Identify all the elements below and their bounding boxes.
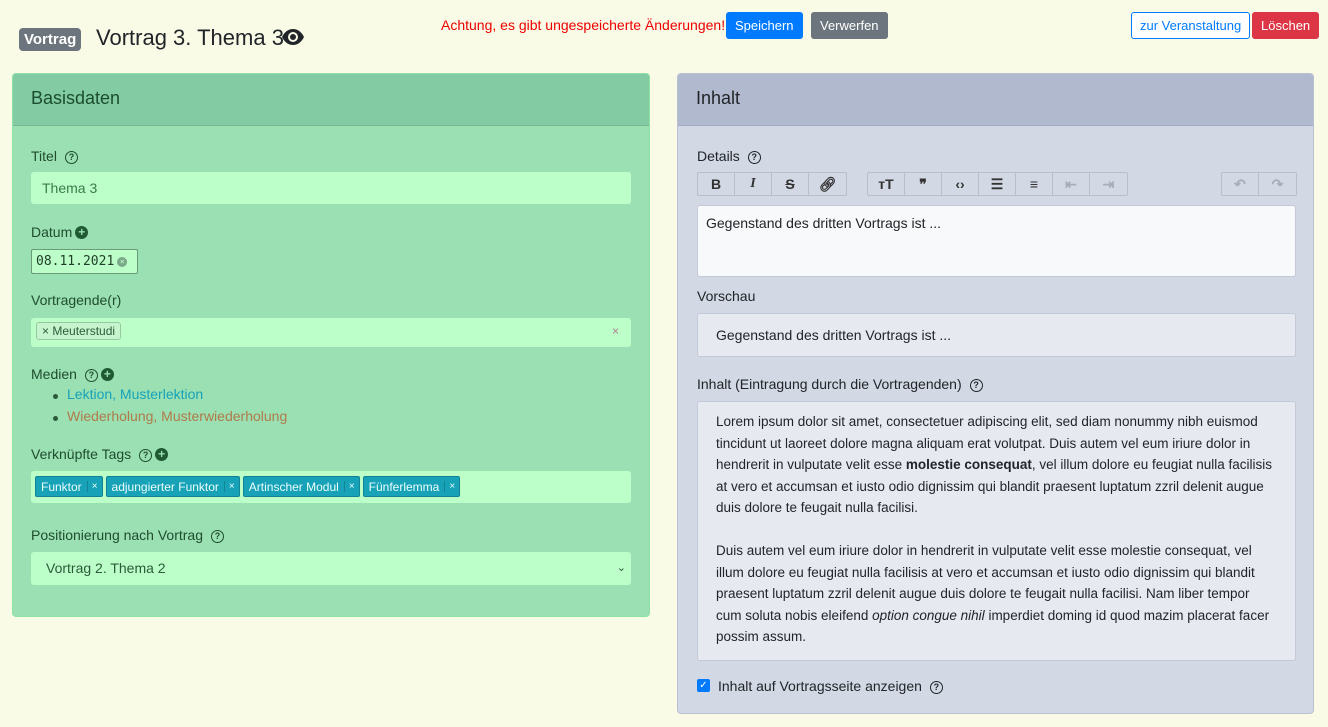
content-text: option congue nihil — [872, 607, 985, 623]
title-label: Titel — [31, 148, 57, 164]
discard-button[interactable]: Verwerfen — [811, 12, 888, 39]
help-icon[interactable]: ? — [84, 369, 98, 382]
tag-name: adjungierter Funktor — [111, 479, 219, 494]
date-label: Datum — [31, 224, 73, 240]
redo-icon[interactable]: ↷ — [1259, 173, 1296, 195]
position-select[interactable]: Vortrag 2. Thema 2 ⌄ — [31, 552, 631, 585]
position-label: Positionierung nach Vortrag — [31, 527, 203, 543]
remove-icon[interactable]: × — [86, 481, 102, 492]
media-label: Medien — [31, 366, 77, 382]
speaker-chip: × Meuterstudi — [36, 322, 122, 340]
add-icon[interactable]: + — [75, 226, 89, 239]
bullet-list-icon[interactable]: ☰ — [979, 173, 1016, 195]
editor-toolbar-format: B I S 🔗︎ — [697, 172, 847, 196]
help-icon[interactable]: ? — [929, 681, 943, 694]
heading-icon[interactable]: тT — [868, 173, 905, 195]
to-event-button[interactable]: zur Veranstaltung — [1131, 12, 1251, 39]
italic-icon[interactable]: I — [735, 173, 772, 195]
help-icon[interactable]: ? — [139, 449, 153, 462]
editor-toolbar-block: тT ❞ ‹› ☰ ≡ ⇤ ⇥ — [867, 172, 1128, 196]
remove-icon[interactable]: × — [42, 324, 52, 338]
tag-chip: Fünferlemma × — [362, 476, 461, 497]
speakers-label: Vortragende(r) — [31, 292, 122, 308]
bold-icon[interactable]: B — [698, 173, 735, 195]
editor-toolbar-history: ↶ ↷ — [1221, 172, 1297, 196]
strikethrough-icon[interactable]: S — [772, 173, 809, 195]
tag-chip: adjungierter Funktor × — [105, 476, 240, 497]
quote-icon[interactable]: ❞ — [905, 173, 942, 195]
indent-icon[interactable]: ⇥ — [1090, 173, 1127, 195]
page-title: Vortrag 3. Thema 3 — [96, 25, 284, 50]
content-label: Inhalt (Eintragung durch die Vortragende… — [697, 376, 962, 392]
link-icon[interactable]: 🔗︎ — [809, 173, 846, 195]
content-paragraph: Lorem ipsum dolor sit amet, consectetuer… — [716, 411, 1277, 519]
details-editor[interactable]: Gegenstand des dritten Vortrags ist ... — [697, 205, 1296, 277]
page-header: Vortrag Vortrag 3. Thema 3 Achtung, es g… — [0, 0, 1328, 60]
add-icon[interactable]: + — [155, 448, 169, 461]
show-content-label: Inhalt auf Vortragsseite anzeigen — [718, 678, 922, 694]
tag-chip: Artinscher Modul × — [242, 476, 360, 497]
save-button[interactable]: Speichern — [726, 12, 803, 39]
numbered-list-icon[interactable]: ≡ — [1016, 173, 1053, 195]
remove-icon[interactable]: × — [444, 481, 459, 492]
card-heading: Basisdaten — [13, 74, 649, 126]
help-icon[interactable]: ? — [211, 530, 224, 543]
tag-name: Fünferlemma — [368, 479, 440, 494]
details-label: Details — [697, 148, 740, 164]
help-icon[interactable]: ? — [64, 151, 78, 164]
tag-name: Artinscher Modul — [248, 479, 339, 494]
card-heading: Inhalt — [678, 74, 1313, 126]
clear-icon[interactable]: × — [612, 324, 619, 338]
remove-icon[interactable]: × — [343, 481, 359, 492]
unsaved-warning: Achtung, es gibt ungespeicherte Änderung… — [441, 17, 726, 33]
date-value: 08.11.2021 — [36, 254, 115, 269]
outdent-icon[interactable]: ⇤ — [1053, 173, 1090, 195]
undo-icon[interactable]: ↶ — [1222, 173, 1259, 195]
code-icon[interactable]: ‹› — [942, 173, 979, 195]
title-input[interactable]: Thema 3 — [31, 172, 631, 204]
help-icon[interactable]: ? — [969, 379, 983, 392]
delete-button[interactable]: Löschen — [1252, 12, 1320, 39]
tag-name: Funktor — [41, 479, 82, 494]
date-input[interactable]: 08.11.2021 × — [31, 249, 138, 274]
media-link[interactable]: Wiederholung, Musterwiederholung — [67, 408, 287, 424]
chevron-down-icon: ⌄ — [616, 562, 626, 574]
type-badge: Vortrag — [19, 28, 82, 51]
preview-label: Vorschau — [697, 288, 756, 304]
help-icon[interactable]: ? — [747, 151, 761, 164]
media-link[interactable]: Lektion, Musterlektion — [67, 386, 203, 402]
tags-select[interactable]: Funktor × adjungierter Funktor × Artinscher … — [31, 471, 631, 503]
inhalt-card: Inhalt Details? B I S 🔗︎ тT ❞ ‹› ☰ ≡ ⇤ ⇥ ↶ ↷ Gegen… — [677, 73, 1314, 714]
speakers-select[interactable]: × Meuterstudi × — [31, 318, 631, 347]
basisdaten-card: Basisdaten Titel? Thema 3 Datum + 08.11.2… — [12, 73, 650, 617]
content-box: Lorem ipsum dolor sit amet, consectetuer… — [697, 401, 1296, 661]
speaker-name: Meuterstudi — [52, 324, 116, 338]
eye-icon[interactable] — [281, 28, 305, 49]
tag-chip: Funktor × — [35, 476, 103, 497]
content-paragraph: Duis autem vel eum iriure dolor in hendr… — [716, 540, 1277, 648]
position-value: Vortrag 2. Thema 2 — [46, 560, 166, 576]
tags-label: Verknüpfte Tags — [31, 446, 132, 462]
clear-date-icon[interactable]: × — [117, 257, 128, 267]
remove-icon[interactable]: × — [223, 481, 239, 492]
add-icon[interactable]: + — [100, 368, 114, 381]
show-content-checkbox[interactable]: ✓ — [697, 679, 710, 692]
content-text: molestie consequat — [905, 457, 1032, 472]
preview-box: Gegenstand des dritten Vortrags ist ... — [697, 313, 1296, 357]
